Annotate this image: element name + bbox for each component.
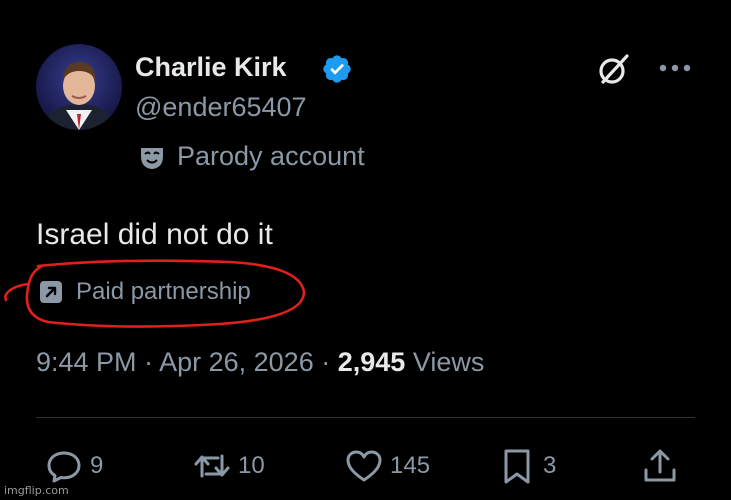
meta-separator: · [144,347,160,377]
more-horizontal-icon[interactable] [655,56,695,80]
reply-button[interactable]: 9 [44,446,103,486]
tweet-meta: 9:44 PM · Apr 26, 2026 · 2,945 Views [36,347,484,378]
divider [36,417,695,418]
grok-icon[interactable] [597,52,631,86]
watermark: imgflip.com [4,484,69,497]
user-handle[interactable]: @ender65407 [135,92,307,123]
tweet-date[interactable]: Apr 26, 2026 [159,347,314,377]
display-name[interactable]: Charlie Kirk [135,52,287,83]
tweet-text: Israel did not do it [36,218,273,251]
bookmark-button[interactable]: 3 [497,446,556,486]
bookmark-icon [504,449,530,484]
like-button[interactable]: 145 [344,446,430,486]
bookmark-count: 3 [543,452,557,479]
reply-bubble-icon [47,451,81,483]
tweet-time[interactable]: 9:44 PM [36,347,137,377]
repost-icon [194,454,230,478]
paid-partnership-text: Paid partnership [76,278,251,305]
like-count: 145 [390,452,431,479]
views-label: Views [412,347,485,377]
repost-button[interactable]: 10 [192,446,265,486]
parody-label: Parody account [137,141,365,172]
parody-label-text: Parody account [177,141,365,171]
verified-badge-icon[interactable] [321,53,353,85]
views-count: 2,945 [337,347,406,377]
arrow-up-right-box-icon [40,281,62,303]
heart-icon [346,450,382,482]
share-button[interactable] [640,446,680,486]
avatar[interactable] [36,44,122,130]
meta-separator: · [321,347,338,377]
repost-count: 10 [238,452,265,479]
share-icon [644,449,676,482]
reply-count: 9 [90,452,104,479]
mask-icon [141,147,163,169]
paid-partnership-label[interactable]: Paid partnership [38,278,251,306]
avatar-photo [45,62,113,130]
